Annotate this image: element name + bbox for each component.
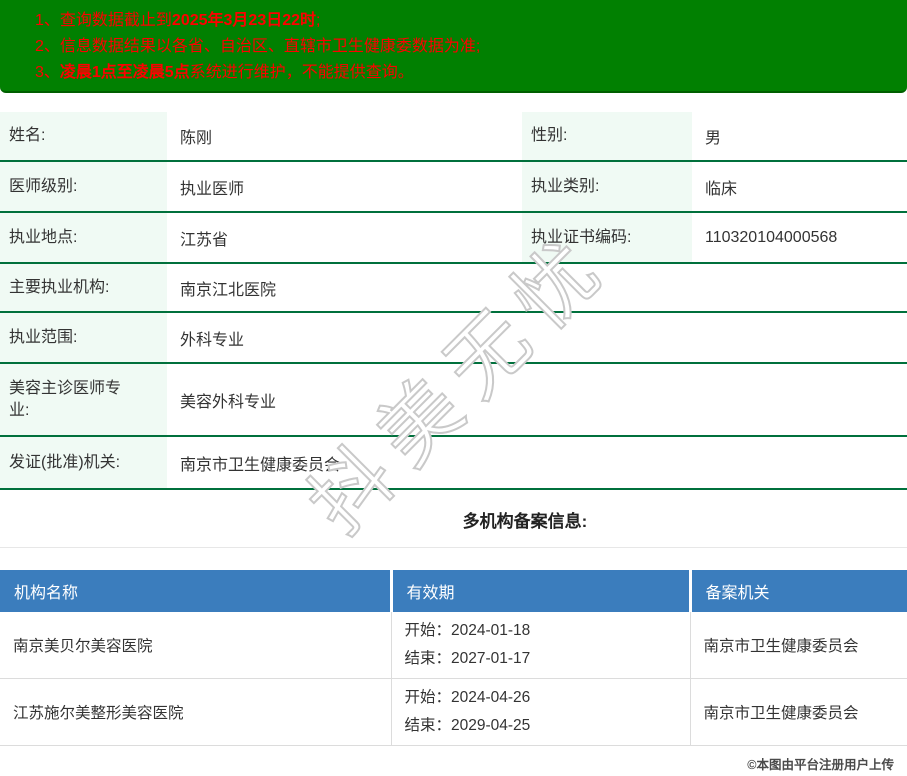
validity-start: 开始：2024-04-26 xyxy=(404,689,531,706)
notice-text: 系统进行维护，不能提供查询。 xyxy=(189,64,414,81)
validity-cell: 开始：2024-01-18 结束：2027-01-17 xyxy=(391,612,691,679)
gender-label: 性别: xyxy=(522,112,692,162)
notice-text: 查询数据截止到 xyxy=(59,12,172,29)
notice-text: ; xyxy=(316,12,321,29)
notice-banner: 1、查询数据截止到2025年3月23日22时; 2、信息数据结果以各省、自治区、… xyxy=(0,0,907,93)
main-org-value: 南京江北医院 xyxy=(167,263,907,313)
cert-number-label: 执业证书编码: xyxy=(522,212,692,264)
notice-line-2: 2、信息数据结果以各省、自治区、直辖市卫生健康委数据为准; xyxy=(0,34,907,60)
notice-number: 2、 xyxy=(35,38,60,55)
copyright-watermark: ©本图由平台注册用户上传 xyxy=(747,758,894,772)
authority-cell: 南京市卫生健康委员会 xyxy=(690,678,907,746)
table-row: 发证(批准)机关: 南京市卫生健康委员会 xyxy=(0,436,907,490)
scope-label: 执业范围: xyxy=(0,312,167,364)
notice-number: 1、 xyxy=(35,12,60,29)
multi-org-section-title: 多机构备案信息: xyxy=(462,512,588,531)
validity-header: 有效期 xyxy=(391,570,692,612)
table-row: 执业地点: 江苏省 执业证书编码: 110320104000568 xyxy=(0,212,907,264)
table-row: 江苏施尔美整形美容医院 开始：2024-04-26 结束：2029-04-25 … xyxy=(0,678,907,746)
multi-org-table: 机构名称 有效期 备案机关 南京美贝尔美容医院 开始：2024-01-18 结束… xyxy=(0,570,907,746)
org-name-header: 机构名称 xyxy=(0,570,393,612)
table-header-row: 机构名称 有效期 备案机关 xyxy=(0,570,907,612)
notice-line-1: 1、查询数据截止到2025年3月23日22时; xyxy=(0,8,907,34)
cosmetic-specialty-label: 美容主诊医师专业: xyxy=(0,363,167,437)
level-value: 执业医师 xyxy=(167,161,522,213)
notice-text-bold: 2025年3月23日22时 xyxy=(171,12,317,29)
notice-line-3: 3、凌晨1点至凌晨5点系统进行维护，不能提供查询。 xyxy=(0,60,907,86)
name-label: 姓名: xyxy=(0,112,167,162)
notice-number: 3、 xyxy=(35,64,60,81)
location-value: 江苏省 xyxy=(167,212,522,264)
issuer-value: 南京市卫生健康委员会 xyxy=(167,436,907,490)
validity-end: 结束：2027-01-17 xyxy=(404,650,531,667)
issuer-label: 发证(批准)机关: xyxy=(0,436,167,490)
notice-text-bold: 凌晨1点至凌晨5点 xyxy=(59,64,190,81)
notice-text: 信息数据结果以各省、自治区、直辖市卫生健康委数据为准; xyxy=(59,38,481,55)
validity-end: 结束：2029-04-25 xyxy=(404,717,531,734)
location-label: 执业地点: xyxy=(0,212,167,264)
authority-header: 备案机关 xyxy=(690,570,907,612)
section-divider xyxy=(0,547,907,548)
level-label: 医师级别: xyxy=(0,161,167,213)
table-row: 医师级别: 执业医师 执业类别: 临床 xyxy=(0,161,907,213)
validity-cell: 开始：2024-04-26 结束：2029-04-25 xyxy=(391,678,691,746)
name-value: 陈刚 xyxy=(167,112,522,162)
table-row: 执业范围: 外科专业 xyxy=(0,312,907,364)
table-row: 主要执业机构: 南京江北医院 xyxy=(0,263,907,313)
table-row: 美容主诊医师专业: 美容外科专业 xyxy=(0,363,907,437)
doctor-info-table: 姓名: 陈刚 性别: 男 医师级别: 执业医师 执业类别: 临床 执业地点: 江… xyxy=(0,112,907,490)
scope-value: 外科专业 xyxy=(167,312,907,364)
org-name-cell: 江苏施尔美整形美容医院 xyxy=(0,678,392,746)
main-org-label: 主要执业机构: xyxy=(0,263,167,313)
category-value: 临床 xyxy=(692,161,907,213)
cert-number-value: 110320104000568 xyxy=(692,212,907,264)
table-row: 姓名: 陈刚 性别: 男 xyxy=(0,112,907,162)
gender-value: 男 xyxy=(692,112,907,162)
category-label: 执业类别: xyxy=(522,161,692,213)
physician-query-result-page: 1、查询数据截止到2025年3月23日22时; 2、信息数据结果以各省、自治区、… xyxy=(0,0,907,776)
org-name-cell: 南京美贝尔美容医院 xyxy=(0,612,392,679)
table-row: 南京美贝尔美容医院 开始：2024-01-18 结束：2027-01-17 南京… xyxy=(0,612,907,679)
cosmetic-specialty-value: 美容外科专业 xyxy=(167,363,907,437)
authority-cell: 南京市卫生健康委员会 xyxy=(690,612,907,679)
validity-start: 开始：2024-01-18 xyxy=(404,622,531,639)
